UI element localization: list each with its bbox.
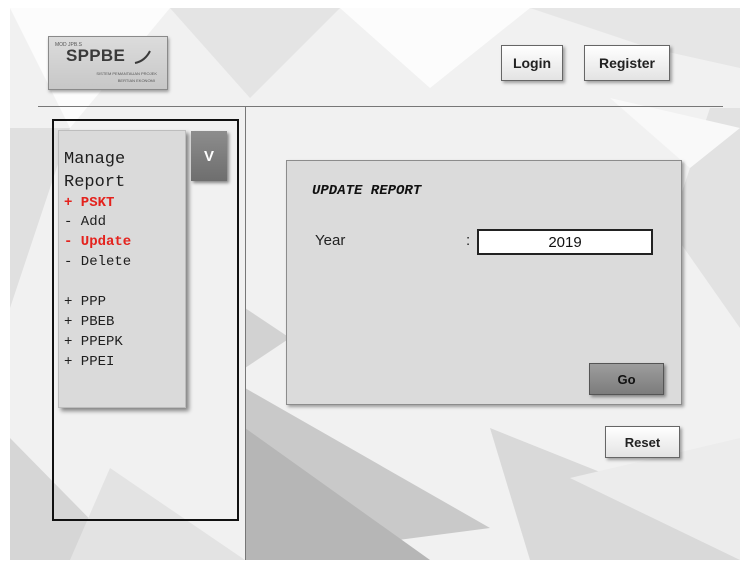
menu-item-delete[interactable]: - Delete xyxy=(64,254,131,270)
menu-item-add[interactable]: - Add xyxy=(64,214,106,230)
reset-button[interactable]: Reset xyxy=(605,426,680,458)
menu-heading-manage: Manage xyxy=(64,150,126,169)
menu-item-ppei[interactable]: + PPEI xyxy=(64,354,114,370)
app-logo: MOD JPB.S SPPBE SISTEM PEMANTAUAN PROJEK… xyxy=(48,36,168,90)
menu-item-ppepk[interactable]: + PPEPK xyxy=(64,334,123,350)
sidebar-divider xyxy=(245,106,246,560)
menu-item-update[interactable]: - Update xyxy=(64,234,131,250)
register-button[interactable]: Register xyxy=(584,45,670,81)
form-title: UPDATE REPORT xyxy=(312,183,422,199)
menu-toggle-button[interactable]: V xyxy=(191,131,227,181)
go-button[interactable]: Go xyxy=(589,363,664,395)
logo-subtitle-2: BERTIAN EKONOMI xyxy=(117,78,155,83)
menu-heading-report: Report xyxy=(64,173,126,192)
menu-item-pskt[interactable]: + PSKT xyxy=(64,195,114,211)
menu-item-ppp[interactable]: + PPP xyxy=(64,294,106,310)
year-colon: : xyxy=(466,232,471,249)
year-input[interactable] xyxy=(477,229,653,255)
logo-subtitle-1: SISTEM PEMANTAUAN PROJEK xyxy=(96,71,157,76)
year-label: Year xyxy=(315,232,346,249)
logo-main-text: SPPBE xyxy=(66,46,126,65)
header-divider xyxy=(38,106,723,107)
login-button[interactable]: Login xyxy=(501,45,563,81)
logo-swoosh-icon xyxy=(134,50,151,64)
menu-item-pbeb[interactable]: + PBEB xyxy=(64,314,114,330)
